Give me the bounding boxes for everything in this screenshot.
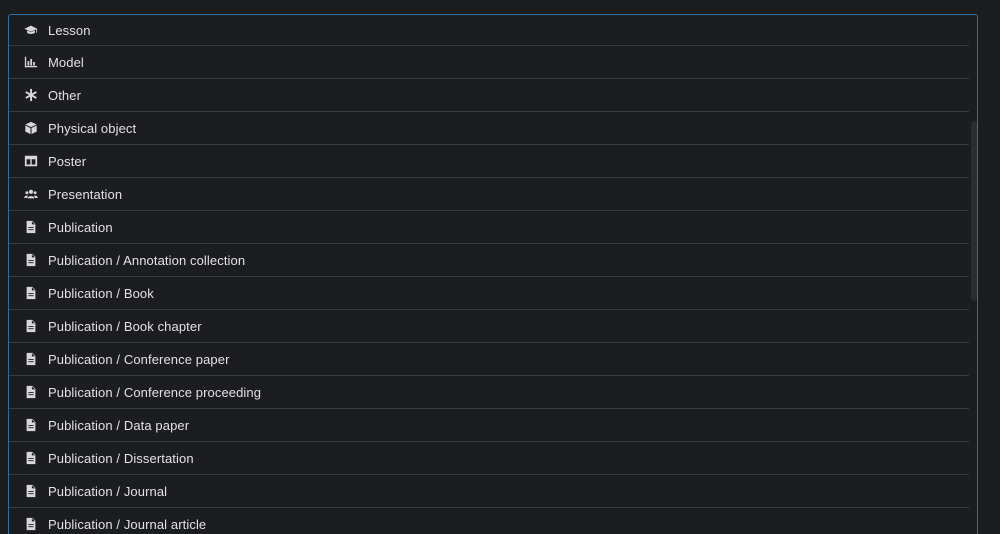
- menu-item-label: Lesson: [48, 22, 91, 38]
- menu-item-model[interactable]: Model: [9, 46, 970, 79]
- menu-item-publication-dissertation[interactable]: Publication / Dissertation: [9, 442, 970, 475]
- page: Lesson Model Other Physical object Poste…: [0, 0, 1000, 534]
- menu-item-publication-book-chapter[interactable]: Publication / Book chapter: [9, 310, 970, 343]
- menu-item-presentation[interactable]: Presentation: [9, 178, 970, 211]
- menu-item-label: Publication / Journal article: [48, 516, 207, 532]
- menu-item-publication-book[interactable]: Publication / Book: [9, 277, 970, 310]
- menu-item-label: Other: [48, 87, 82, 103]
- menu-item-publication-annotation-collection[interactable]: Publication / Annotation collection: [9, 244, 970, 277]
- menu-item-label: Publication / Journal: [48, 483, 168, 499]
- menu-item-publication-data-paper[interactable]: Publication / Data paper: [9, 409, 970, 442]
- menu-item-physical-object[interactable]: Physical object: [9, 112, 970, 145]
- menu-item-label: Presentation: [48, 186, 123, 202]
- resource-type-menu: Lesson Model Other Physical object Poste…: [9, 15, 970, 534]
- menu-item-label: Publication / Data paper: [48, 417, 190, 433]
- file-icon: [23, 483, 39, 499]
- menu-item-label: Publication / Annotation collection: [48, 252, 246, 268]
- menu-item-label: Publication: [48, 219, 113, 235]
- graduation-cap-icon: [23, 22, 39, 38]
- file-icon: [23, 516, 39, 532]
- menu-item-lesson[interactable]: Lesson: [9, 15, 970, 46]
- file-icon: [23, 417, 39, 433]
- menu-scrollbar-track[interactable]: [969, 15, 977, 534]
- menu-item-label: Publication / Conference paper: [48, 351, 230, 367]
- file-icon: [23, 384, 39, 400]
- menu-item-label: Poster: [48, 153, 87, 169]
- menu-item-publication-conference-paper[interactable]: Publication / Conference paper: [9, 343, 970, 376]
- menu-item-label: Physical object: [48, 120, 137, 136]
- menu-item-label: Model: [48, 54, 84, 70]
- bar-chart-icon: [23, 54, 39, 70]
- menu-item-publication-journal[interactable]: Publication / Journal: [9, 475, 970, 508]
- menu-item-label: Publication / Book chapter: [48, 318, 202, 334]
- users-icon: [23, 186, 39, 202]
- resource-type-dropdown: Lesson Model Other Physical object Poste…: [8, 14, 978, 534]
- file-icon: [23, 351, 39, 367]
- file-icon: [23, 252, 39, 268]
- menu-item-label: Publication / Dissertation: [48, 450, 194, 466]
- menu-item-label: Publication / Book: [48, 285, 154, 301]
- file-icon: [23, 450, 39, 466]
- asterisk-icon: [23, 87, 39, 103]
- menu-scrollbar-thumb[interactable]: [971, 121, 977, 301]
- cube-icon: [23, 120, 39, 136]
- menu-item-other[interactable]: Other: [9, 79, 970, 112]
- file-icon: [23, 285, 39, 301]
- menu-item-poster[interactable]: Poster: [9, 145, 970, 178]
- menu-item-publication-journal-article[interactable]: Publication / Journal article: [9, 508, 970, 534]
- file-icon: [23, 318, 39, 334]
- menu-item-publication-conference-proceeding[interactable]: Publication / Conference proceeding: [9, 376, 970, 409]
- menu-item-publication[interactable]: Publication: [9, 211, 970, 244]
- menu-item-label: Publication / Conference proceeding: [48, 384, 262, 400]
- file-icon: [23, 219, 39, 235]
- poster-icon: [23, 153, 39, 169]
